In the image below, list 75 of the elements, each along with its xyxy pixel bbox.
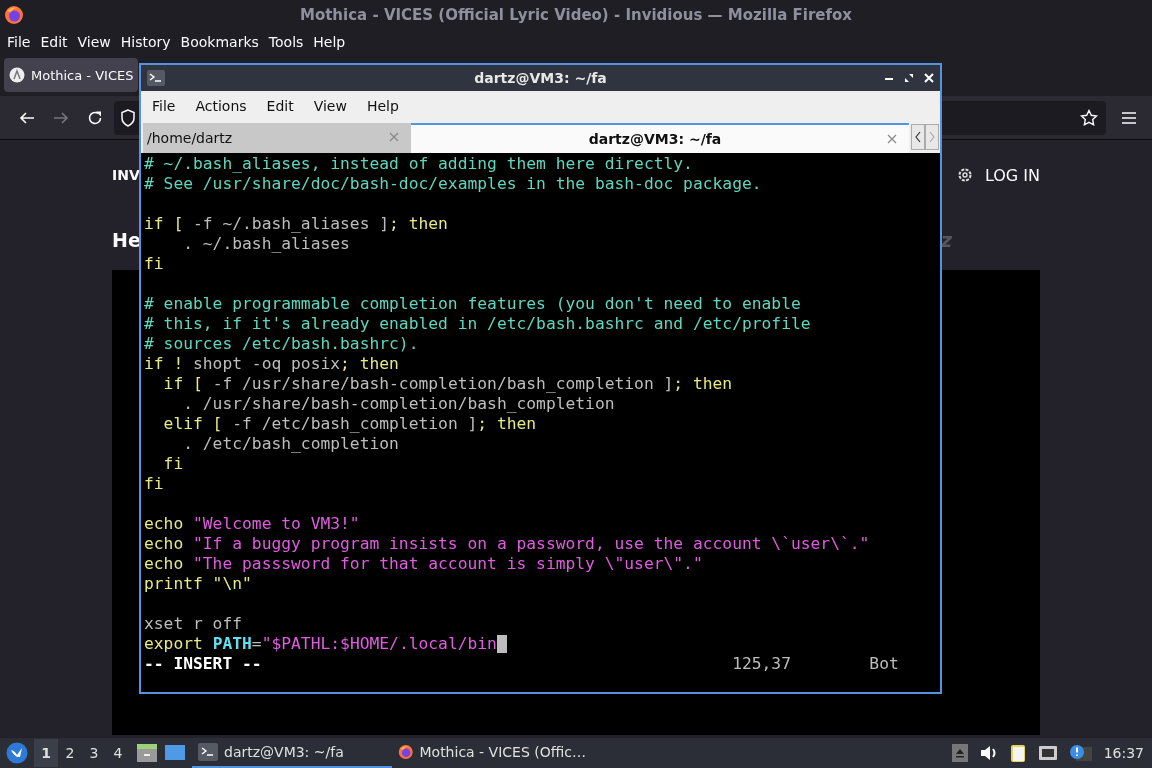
scroll-left-button[interactable]	[911, 124, 925, 150]
code-line: # this, if it's already enabled in /etc/bash.bashrc and /etc/profile	[144, 314, 811, 334]
code-line: fi	[144, 474, 164, 494]
menu-item[interactable]: File	[145, 98, 183, 114]
menu-item[interactable]: Edit	[36, 34, 72, 50]
browser-tab[interactable]: Mothica - VICES	[4, 58, 138, 92]
code-line: . ~/.bash_aliases	[182, 234, 350, 254]
code-line: fi	[144, 254, 164, 274]
video-title: He	[112, 229, 141, 251]
desktop-icon[interactable]	[164, 744, 186, 762]
clock[interactable]: 16:37	[1103, 745, 1144, 761]
gear-icon[interactable]	[956, 167, 973, 183]
window-title: Mothica - VICES (Official Lyric Video) - Invidious — Mozilla Firefox	[298, 6, 853, 24]
window-title: dartz@VM3: ~/fa	[473, 70, 608, 86]
mode-indicator: -- INSERT --	[144, 654, 263, 674]
code-line: if [ -f /usr/share/bash-completion/bash_completion ]; then	[162, 374, 733, 394]
shield-icon[interactable]	[120, 108, 136, 127]
code-line: if [ -f ~/.bash_aliases ]; then	[144, 214, 448, 234]
menu-item[interactable]: Help	[359, 98, 406, 114]
menu-item[interactable]: View	[73, 34, 115, 50]
menu-item[interactable]: Bookmarks	[176, 34, 263, 50]
firefox-logo-icon[interactable]	[4, 5, 24, 25]
site-logo[interactable]: INV	[112, 167, 140, 183]
start-menu-icon[interactable]	[6, 742, 28, 764]
workspace-button[interactable]: 3	[82, 739, 106, 767]
code-line: if ! shopt -oq posix; then	[144, 354, 399, 374]
code-line: xset r off	[144, 614, 243, 634]
workspace-button[interactable]: 4	[106, 739, 130, 767]
chevron-right-icon	[928, 131, 936, 143]
back-arrow-icon[interactable]	[19, 109, 35, 126]
menu-item[interactable]: File	[3, 34, 35, 50]
eject-icon[interactable]	[951, 744, 968, 762]
clipboard-icon[interactable]	[1009, 743, 1026, 763]
firefox-logo-icon[interactable]	[398, 742, 414, 762]
cursor-position: 125,37	[732, 654, 792, 674]
taskbar-item[interactable]: dartz@VM3: ~/fa	[192, 738, 392, 768]
tab-favicon-icon	[9, 67, 25, 83]
file-cabinet-icon[interactable]	[136, 743, 158, 763]
terminal-icon	[147, 70, 165, 86]
terminal-tab[interactable]: dartz@VM3: ~/fa	[411, 123, 909, 153]
notification-icon[interactable]	[1069, 744, 1092, 762]
scroll-position: Bot	[869, 654, 899, 674]
menu-item[interactable]: Help	[309, 34, 350, 50]
menu-item[interactable]: History	[116, 34, 175, 50]
menu-item[interactable]: Edit	[259, 98, 301, 114]
code-line: . /etc/bash_completion	[182, 434, 399, 454]
login-link[interactable]: LOG IN	[984, 165, 1040, 185]
reload-icon[interactable]	[87, 109, 103, 126]
code-line: echo "Welcome to VM3!"	[144, 514, 360, 534]
menu-item[interactable]: Tools	[264, 34, 308, 50]
terminal-tab[interactable]: /home/dartz	[143, 123, 411, 153]
code-line: elif [ -f /etc/bash_completion ]; then	[162, 414, 537, 434]
chevron-left-icon	[914, 131, 922, 143]
code-line: echo "The passsword for that account is simply \"user\"."	[144, 554, 703, 574]
forward-arrow-icon[interactable]	[53, 109, 69, 126]
terminal-icon	[198, 743, 218, 761]
workspace-button[interactable]: 2	[58, 739, 82, 767]
code-line: # enable programmable completion features (you don't need to enable	[144, 294, 801, 314]
taskbar-item[interactable]: Mothica - VICES (Offic…	[392, 738, 592, 768]
workspace-button[interactable]: 1	[34, 739, 58, 767]
code-line: echo "If a buggy program insists on a password, use the account \`user\`."	[144, 534, 870, 554]
code-line: export PATH="$PATHL:$HOME/.local/bin	[144, 634, 497, 654]
menu-item[interactable]: View	[306, 98, 354, 114]
code-line: . /usr/share/bash-completion/bash_completion	[182, 394, 615, 414]
code-line: printf "\n"	[144, 574, 252, 594]
star-icon[interactable]	[1080, 108, 1098, 127]
code-line: # ~/.bash_aliases, instead of adding them here directly.	[144, 154, 693, 174]
code-line: # See /usr/share/doc/bash-doc/examples in the bash-doc package.	[144, 174, 762, 194]
network-icon[interactable]	[1037, 745, 1058, 761]
volume-icon[interactable]	[979, 745, 998, 761]
menu-item[interactable]: Actions	[188, 98, 254, 114]
code-line: fi	[162, 454, 184, 474]
maximize-icon[interactable]	[904, 73, 914, 83]
menu-icon[interactable]	[1121, 110, 1137, 125]
code-line: # sources /etc/bash.bashrc).	[144, 334, 419, 354]
